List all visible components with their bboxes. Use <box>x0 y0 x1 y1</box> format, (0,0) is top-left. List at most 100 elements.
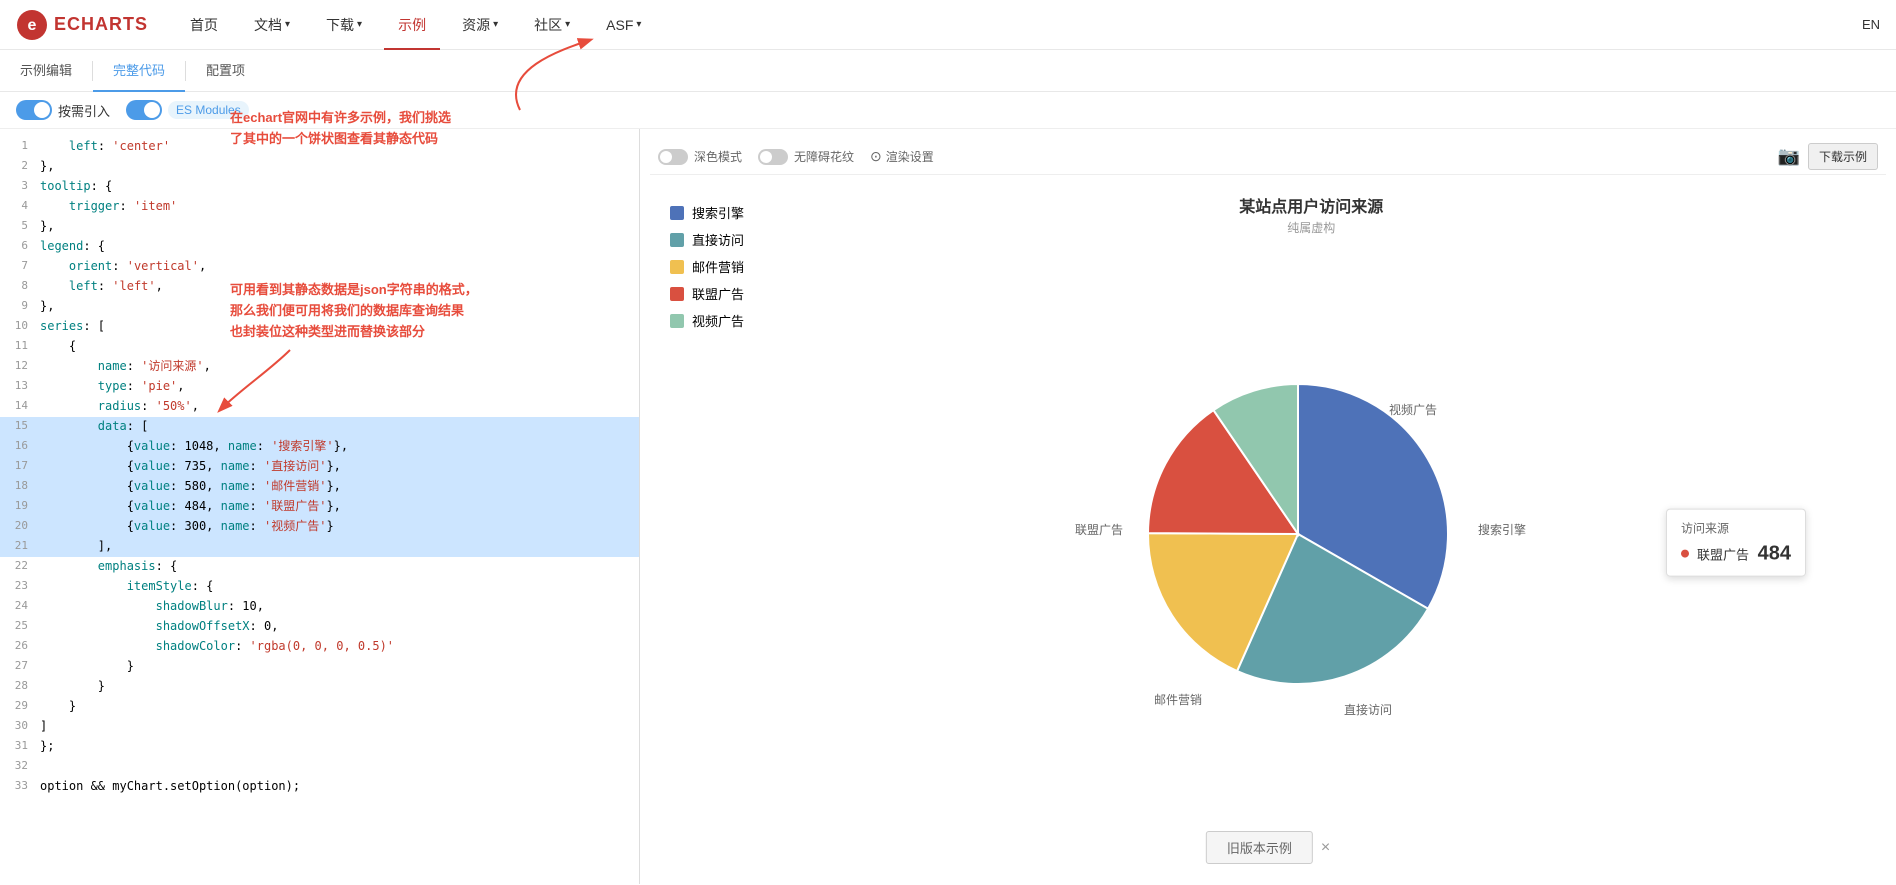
line-number: 28 <box>0 677 40 697</box>
line-number: 25 <box>0 617 40 637</box>
render-label: 渲染设置 <box>886 148 934 165</box>
close-button[interactable]: × <box>1321 839 1330 857</box>
code-line: 23 itemStyle: { <box>0 577 639 597</box>
line-number: 22 <box>0 557 40 577</box>
line-number: 2 <box>0 157 40 177</box>
toggle-switch-bg[interactable] <box>16 100 52 120</box>
line-number: 4 <box>0 197 40 217</box>
bottom-bar: 旧版本示例 × <box>1206 831 1330 864</box>
nav-asf[interactable]: ASF ▾ <box>592 0 655 50</box>
line-content: option && myChart.setOption(option); <box>40 777 639 797</box>
code-line: 13 type: 'pie', <box>0 377 639 397</box>
code-line: 21 ], <box>0 537 639 557</box>
line-number: 19 <box>0 497 40 517</box>
tooltip-row: 联盟广告 484 <box>1681 542 1791 565</box>
old-version-button[interactable]: 旧版本示例 <box>1206 831 1313 864</box>
code-line: 7 orient: 'vertical', <box>0 257 639 277</box>
chart-actions: 📷 下载示例 <box>1778 143 1878 170</box>
screenshot-button[interactable]: 📷 <box>1778 146 1800 167</box>
line-content: {value: 735, name: '直接访问'}, <box>40 457 639 477</box>
line-number: 15 <box>0 417 40 437</box>
code-line: 15 data: [ <box>0 417 639 437</box>
chevron-down-icon: ▾ <box>493 19 498 30</box>
code-line: 32 <box>0 757 639 777</box>
line-number: 12 <box>0 357 40 377</box>
line-content: } <box>40 697 639 717</box>
download-button[interactable]: 下载示例 <box>1808 143 1878 170</box>
legend-item: 邮件营销 <box>670 257 744 276</box>
legend-color <box>670 206 684 220</box>
dark-mode-switch[interactable] <box>658 149 688 165</box>
a11y-toggle[interactable]: 无障碍花纹 <box>758 148 854 165</box>
line-content: trigger: 'item' <box>40 197 639 217</box>
nav-docs[interactable]: 文档 ▾ <box>240 0 304 50</box>
settings-icon: ⊙ <box>870 148 882 165</box>
line-content: }; <box>40 737 639 757</box>
line-number: 16 <box>0 437 40 457</box>
toggle-knob <box>34 102 50 118</box>
chart-subtitle: 纯属虚构 <box>1239 219 1383 236</box>
es-modules-toggle[interactable]: ES Modules <box>126 100 249 120</box>
nav-community[interactable]: 社区 ▾ <box>520 0 584 50</box>
toggle-knob-2 <box>144 102 160 118</box>
code-line: 30] <box>0 717 639 737</box>
language-switcher[interactable]: EN <box>1862 17 1880 32</box>
line-number: 14 <box>0 397 40 417</box>
line-number: 18 <box>0 477 40 497</box>
tab-example-edit[interactable]: 示例编辑 <box>0 50 92 92</box>
logo-icon: e <box>16 9 48 41</box>
line-number: 13 <box>0 377 40 397</box>
line-number: 17 <box>0 457 40 477</box>
tab-full-code[interactable]: 完整代码 <box>93 50 185 92</box>
nav-resources[interactable]: 资源 ▾ <box>448 0 512 50</box>
line-content: {value: 1048, name: '搜索引擎'}, <box>40 437 639 457</box>
dark-mode-toggle[interactable]: 深色模式 <box>658 148 742 165</box>
line-content: {value: 300, name: '视频广告'} <box>40 517 639 537</box>
line-number: 6 <box>0 237 40 257</box>
line-content: ] <box>40 717 639 737</box>
line-number: 27 <box>0 657 40 677</box>
code-line: 24 shadowBlur: 10, <box>0 597 639 617</box>
logo[interactable]: e ECHARTS <box>16 9 148 41</box>
code-line: 3tooltip: { <box>0 177 639 197</box>
legend-label: 搜索引擎 <box>692 203 744 222</box>
tooltip-item-value: 484 <box>1758 542 1791 565</box>
es-modules-label[interactable]: ES Modules <box>168 101 249 119</box>
code-line: 18 {value: 580, name: '邮件营销'}, <box>0 477 639 497</box>
tooltip-item-label: 联盟广告 <box>1697 544 1749 563</box>
dark-mode-knob <box>660 151 672 163</box>
line-content: {value: 484, name: '联盟广告'}, <box>40 497 639 517</box>
line-content: emphasis: { <box>40 557 639 577</box>
legend-color <box>670 233 684 247</box>
tooltip-title: 访问来源 <box>1681 519 1791 536</box>
nav-examples[interactable]: 示例 <box>384 0 440 50</box>
main-content: 1 left: 'center'2},3tooltip: {4 trigger:… <box>0 129 1896 884</box>
line-number: 9 <box>0 297 40 317</box>
code-line: 19 {value: 484, name: '联盟广告'}, <box>0 497 639 517</box>
line-number: 30 <box>0 717 40 737</box>
a11y-switch[interactable] <box>758 149 788 165</box>
line-number: 31 <box>0 737 40 757</box>
line-number: 10 <box>0 317 40 337</box>
label-mail-marketing: 邮件营销 <box>1154 693 1202 707</box>
code-panel[interactable]: 1 left: 'center'2},3tooltip: {4 trigger:… <box>0 129 640 884</box>
toggle-switch-bg-2[interactable] <box>126 100 162 120</box>
dark-mode-label: 深色模式 <box>694 148 742 165</box>
code-line: 8 left: 'left', <box>0 277 639 297</box>
line-content: } <box>40 657 639 677</box>
demand-import-toggle[interactable]: 按需引入 <box>16 100 110 120</box>
line-content: }, <box>40 297 639 317</box>
demand-import-label: 按需引入 <box>58 101 110 120</box>
line-content: left: 'center' <box>40 137 639 157</box>
tab-config[interactable]: 配置项 <box>186 50 265 92</box>
line-number: 20 <box>0 517 40 537</box>
nav-download[interactable]: 下载 ▾ <box>312 0 376 50</box>
render-settings[interactable]: ⊙ 渲染设置 <box>870 148 934 165</box>
code-line: 10series: [ <box>0 317 639 337</box>
chart-area: 搜索引擎直接访问邮件营销联盟广告视频广告 某站点用户访问来源 纯属虚构 搜索引擎… <box>650 183 1886 874</box>
code-line: 27 } <box>0 657 639 677</box>
code-line: 25 shadowOffsetX: 0, <box>0 617 639 637</box>
nav-home[interactable]: 首页 <box>176 0 232 50</box>
legend-label: 联盟广告 <box>692 284 744 303</box>
line-content: {value: 580, name: '邮件营销'}, <box>40 477 639 497</box>
